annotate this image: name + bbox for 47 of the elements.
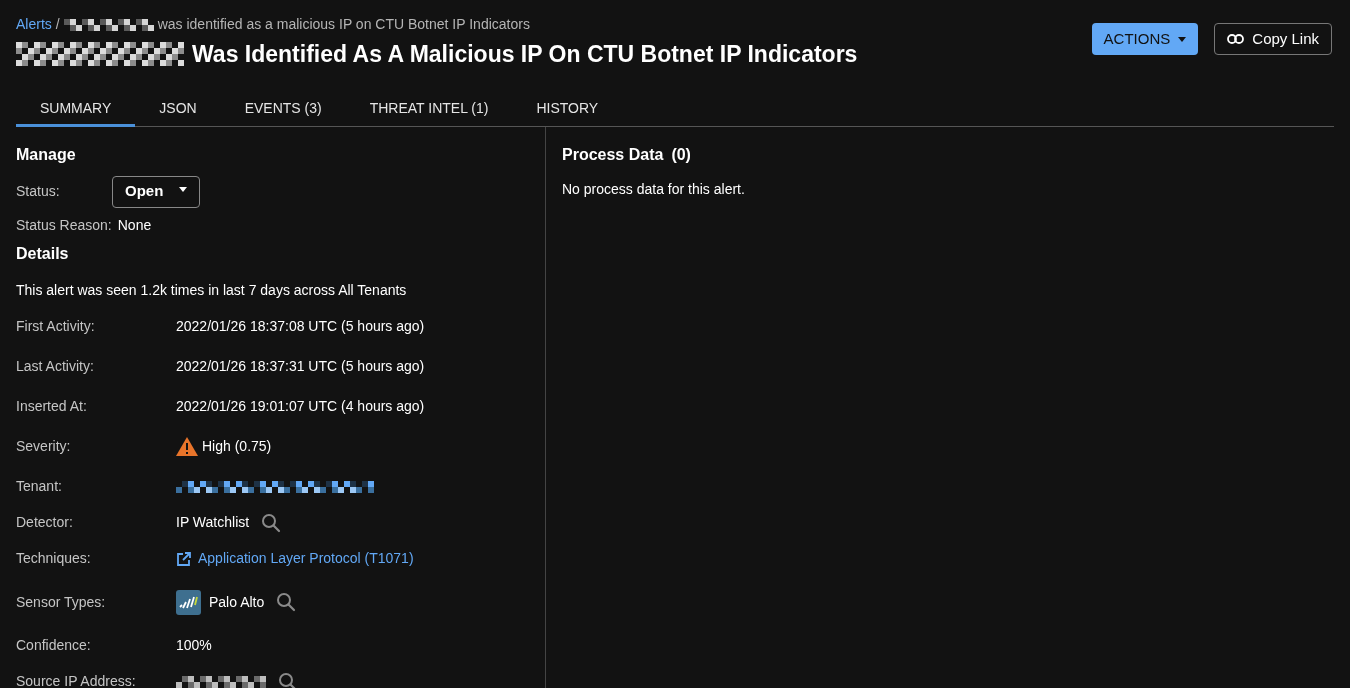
chain-link-icon — [1227, 34, 1245, 44]
section-heading: Process Data — [562, 144, 664, 165]
section-heading: Manage — [16, 144, 77, 165]
tab[interactable]: EVENTS (3) — [220, 93, 346, 127]
breadcrumb-text: was identified as a malicious IP on CTU Botnet IP Indicators — [157, 15, 530, 34]
alert-summary: This alert was seen 1.2k times in last 7 days across All Tenants — [16, 280, 408, 300]
caret-icon — [1178, 36, 1187, 42]
copy-link-button[interactable]: Copy Link — [1214, 23, 1332, 55]
tab[interactable]: HISTORY — [512, 93, 623, 127]
field-value: Palo Alto — [209, 592, 265, 612]
tab[interactable]: THREAT INTEL (1) — [345, 93, 513, 127]
breadcrumb-separator: / — [55, 15, 60, 34]
actions-button[interactable]: ACTIONS — [1091, 23, 1199, 55]
field-label: Detector: — [16, 513, 74, 532]
search-icon — [276, 592, 297, 612]
empty-message: No process data for this alert. — [562, 179, 745, 199]
field-value: High (0.75) — [202, 437, 272, 456]
page-title: Was Identified As A Malicious IP On CTU Botnet IP Indicators — [192, 40, 858, 69]
field-label: Inserted At: — [16, 397, 88, 416]
field-value: 100% — [176, 636, 212, 655]
field-label: Status Reason: — [16, 215, 112, 235]
breadcrumb-link[interactable]: Alerts — [16, 14, 52, 35]
tab[interactable]: JSON — [135, 93, 221, 127]
field-label: Sensor Types: — [16, 592, 107, 612]
field-label: Severity: — [16, 437, 72, 456]
tab[interactable]: SUMMARY — [16, 93, 136, 127]
field-value: 2022/01/26 19:01:07 UTC (4 hours ago) — [176, 397, 425, 416]
sensor-logo-icon — [176, 589, 201, 615]
section-heading: Details — [16, 243, 70, 264]
field-label: Status: — [16, 182, 61, 201]
search-icon — [278, 671, 298, 688]
search-icon — [261, 512, 282, 533]
field-label: Confidence: — [16, 636, 92, 655]
field-label: First Activity: — [16, 317, 96, 336]
status-dropdown[interactable]: Open — [112, 175, 201, 208]
field-value: 2022/01/26 18:37:08 UTC (5 hours ago) — [176, 317, 425, 336]
external-link-icon — [176, 550, 192, 567]
warning-icon — [176, 437, 198, 456]
technique-link[interactable]: Application Layer Protocol (T1071) — [198, 548, 414, 569]
field-label: Techniques: — [16, 549, 92, 568]
field-label: Tenant: — [16, 477, 63, 496]
field-label: Last Activity: — [16, 357, 95, 376]
field-value: 2022/01/26 18:37:31 UTC (5 hours ago) — [176, 357, 425, 376]
process-count: (0) — [671, 144, 691, 165]
field-value: IP Watchlist — [176, 513, 250, 532]
field-value: None — [117, 215, 152, 235]
field-label: Source IP Address: — [16, 672, 137, 688]
